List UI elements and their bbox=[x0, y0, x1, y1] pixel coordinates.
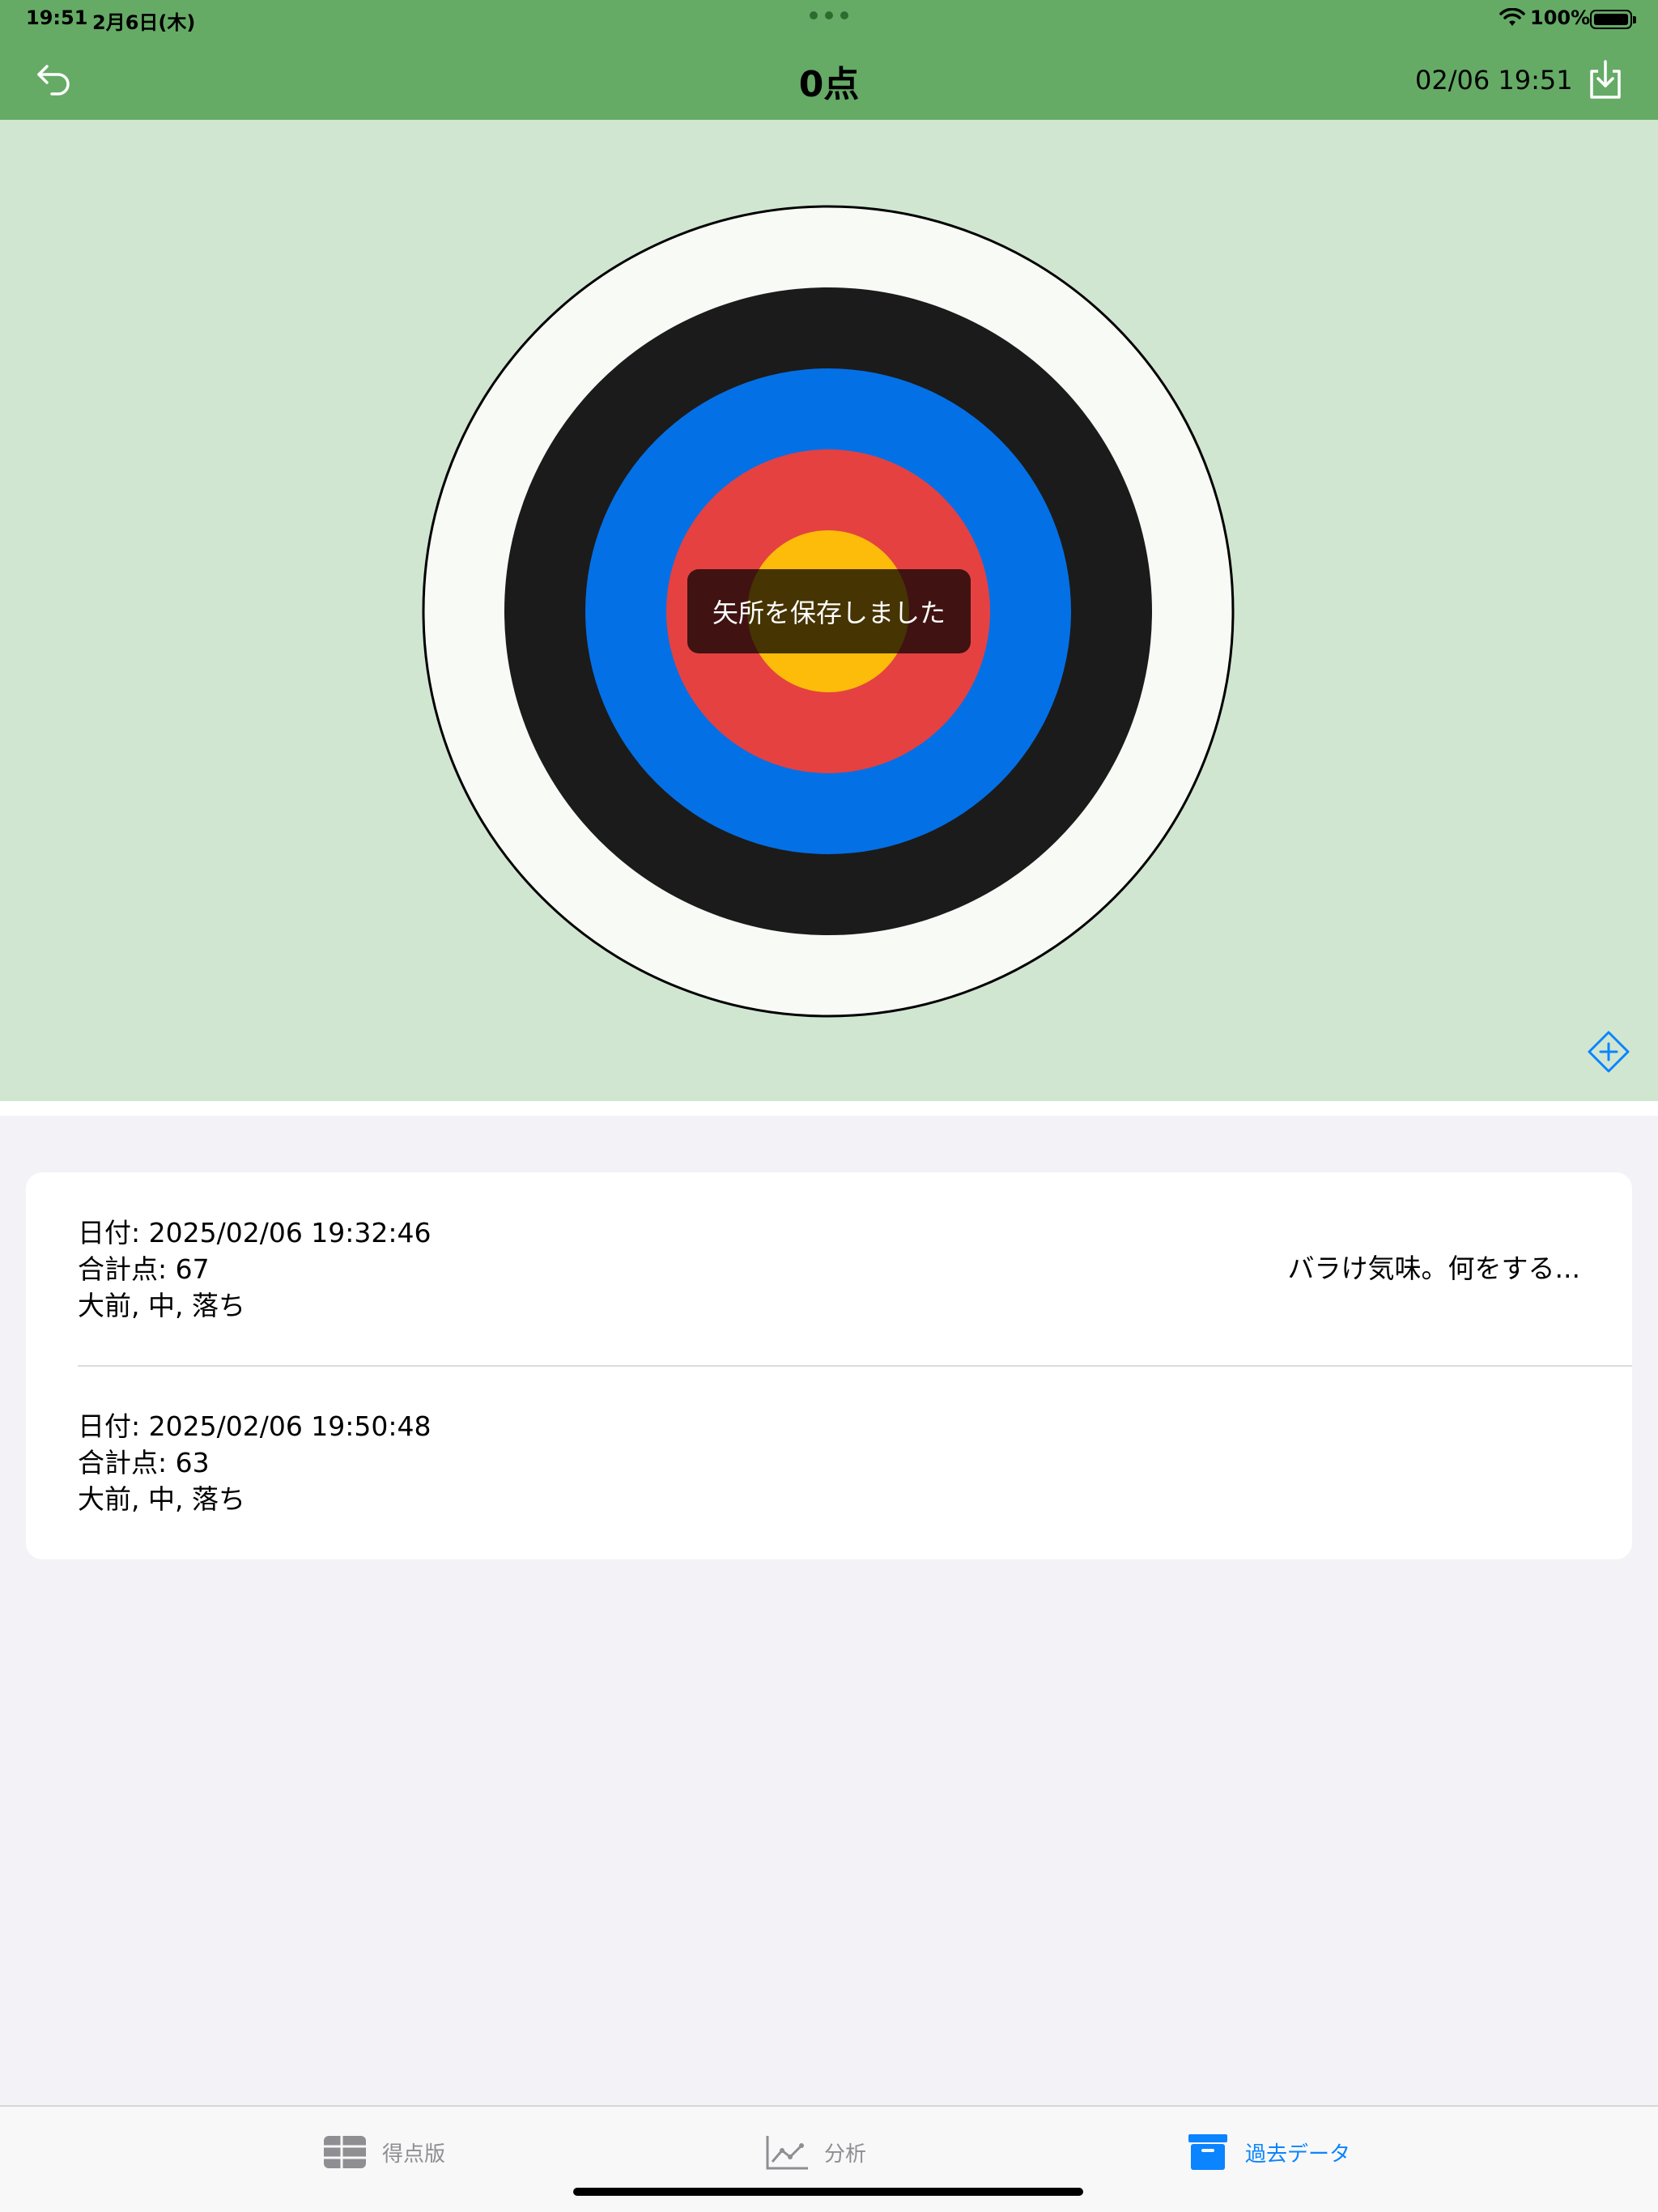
home-indicator[interactable] bbox=[573, 2188, 1083, 2196]
navigation-bar: 0点 02/06 19:51 bbox=[0, 39, 1658, 120]
saved-toast: 矢所を保存しました bbox=[687, 569, 971, 653]
battery-percentage: 100% bbox=[1530, 6, 1591, 29]
tab-history[interactable]: 過去データ bbox=[1185, 2129, 1350, 2175]
record-hits: 大前, 中, 落ち bbox=[78, 1290, 245, 1321]
app-root: 19:51 2月6日(木) 100% 0点 02/06 19:51 矢所を保存し… bbox=[0, 0, 1658, 2212]
record-note: バラけ気味。何をする... bbox=[1287, 1253, 1580, 1284]
record-date: 日付: 2025/02/06 19:32:46 bbox=[78, 1217, 432, 1249]
diamond-plus-icon[interactable] bbox=[1587, 1030, 1630, 1074]
tab-analysis[interactable]: 分析 bbox=[764, 2129, 866, 2175]
wifi-icon bbox=[1499, 8, 1525, 26]
line-chart-icon bbox=[766, 2136, 808, 2170]
tray-arrow-down-icon[interactable] bbox=[1587, 58, 1624, 100]
archive-box-icon bbox=[1188, 2134, 1227, 2170]
battery-icon bbox=[1590, 10, 1636, 29]
record-details: 日付: 2025/02/06 19:50:48 合計点: 63 大前, 中, 落… bbox=[78, 1408, 432, 1517]
record-details: 日付: 2025/02/06 19:32:46 合計点: 67 大前, 中, 落… bbox=[78, 1214, 432, 1324]
session-datetime: 02/06 19:51 bbox=[1415, 65, 1573, 96]
section-divider bbox=[0, 1101, 1658, 1116]
target-area[interactable]: 矢所を保存しました bbox=[0, 120, 1658, 1101]
status-time: 19:51 bbox=[26, 6, 88, 29]
table-icon bbox=[324, 2136, 366, 2168]
history-record[interactable]: 日付: 2025/02/06 19:32:46 合計点: 67 大前, 中, 落… bbox=[26, 1172, 1632, 1365]
tab-bar: 得点版 分析 過去データ bbox=[0, 2105, 1658, 2212]
record-hits: 大前, 中, 落ち bbox=[78, 1483, 245, 1515]
tab-label: 過去データ bbox=[1245, 2142, 1351, 2167]
multitasking-dots-icon[interactable] bbox=[810, 11, 848, 21]
record-total: 合計点: 63 bbox=[78, 1447, 210, 1478]
history-list: 日付: 2025/02/06 19:32:46 合計点: 67 大前, 中, 落… bbox=[26, 1172, 1632, 1559]
record-total: 合計点: 67 bbox=[78, 1253, 210, 1285]
status-date: 2月6日(木) bbox=[92, 11, 196, 34]
status-bar: 19:51 2月6日(木) 100% bbox=[0, 0, 1658, 39]
tab-label: 得点版 bbox=[382, 2142, 446, 2167]
tab-scoreboard[interactable]: 得点版 bbox=[322, 2129, 445, 2175]
tab-label: 分析 bbox=[824, 2142, 867, 2167]
record-date: 日付: 2025/02/06 19:50:48 bbox=[78, 1410, 432, 1442]
history-record[interactable]: 日付: 2025/02/06 19:50:48 合計点: 63 大前, 中, 落… bbox=[26, 1366, 1632, 1559]
score-title: 0点 bbox=[798, 64, 860, 105]
